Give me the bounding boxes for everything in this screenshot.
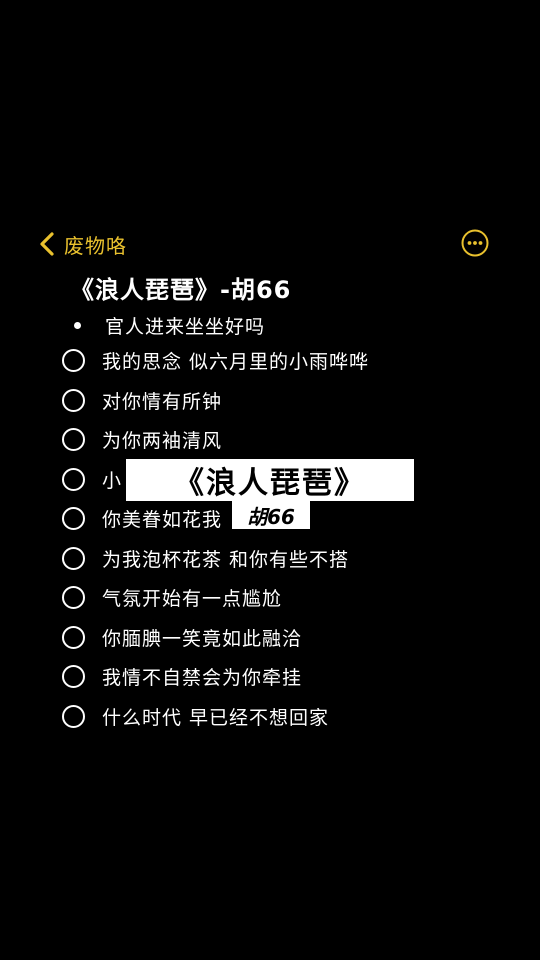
checklist-item[interactable]: 我的思念 似六月里的小雨哗哗 [62, 342, 369, 378]
checklist-item[interactable]: 为我泡杯花茶 和你有些不搭 [62, 540, 349, 576]
checklist-item[interactable]: 你腼腆一笑竟如此融洽 [62, 619, 302, 655]
checkbox-circle-icon[interactable] [62, 506, 85, 530]
checklist-item-text: 小 [102, 469, 123, 492]
bullet-dot-icon [74, 321, 81, 329]
checklist-item[interactable]: 为你两袖清风 [62, 421, 222, 457]
checklist-item[interactable]: 我情不自禁会为你牵挂 [62, 658, 302, 694]
checklist-item-text: 对你情有所钟 [102, 390, 223, 413]
checklist-item-text: 你美眷如花我 [102, 508, 223, 531]
ellipsis-circle-icon [461, 229, 489, 257]
checklist-item-text: 你腼腆一笑竟如此融洽 [102, 627, 303, 650]
checklist-item-text: 气氛开始有一点尴尬 [102, 587, 283, 610]
checkbox-circle-icon[interactable] [62, 664, 85, 688]
checklist-item[interactable]: 你美眷如花我 [62, 500, 222, 536]
checklist-item-text: 为我泡杯花茶 和你有些不搭 [102, 548, 350, 571]
song-title-overlay: 《浪人琵琶》 [126, 459, 414, 501]
checklist-item-text: 我的思念 似六月里的小雨哗哗 [102, 350, 370, 373]
checkbox-circle-icon[interactable] [62, 546, 85, 570]
checklist-item-text: 我情不自禁会为你牵挂 [102, 666, 303, 689]
back-label: 废物咯 [64, 233, 127, 258]
chevron-left-icon [40, 232, 54, 256]
checklist-item[interactable]: 小 [62, 461, 122, 497]
note-title: 《浪人琵琶》-胡66 [70, 276, 292, 304]
checkbox-circle-icon[interactable] [62, 348, 85, 372]
checkbox-circle-icon[interactable] [62, 427, 85, 451]
checkbox-circle-icon[interactable] [62, 388, 85, 412]
checklist-item[interactable]: 对你情有所钟 [62, 382, 222, 418]
bullet-item: 官人进来坐坐好吗 [74, 310, 265, 340]
artist-overlay: 胡66 [232, 501, 310, 529]
checklist-item[interactable]: 气氛开始有一点尴尬 [62, 579, 282, 615]
checkbox-circle-icon[interactable] [62, 585, 85, 609]
checklist-item-text: 什么时代 早已经不想回家 [102, 706, 330, 729]
checkbox-circle-icon[interactable] [62, 704, 85, 728]
checklist-item[interactable]: 什么时代 早已经不想回家 [62, 698, 329, 734]
navigation-bar: 废物咯 [0, 224, 540, 262]
checklist-item-text: 为你两袖清风 [102, 429, 223, 452]
more-options-button[interactable] [460, 228, 490, 258]
back-button[interactable]: 废物咯 [36, 228, 127, 260]
checkbox-circle-icon[interactable] [62, 467, 85, 491]
bullet-text: 官人进来坐坐好吗 [105, 315, 266, 338]
checkbox-circle-icon[interactable] [62, 625, 85, 649]
